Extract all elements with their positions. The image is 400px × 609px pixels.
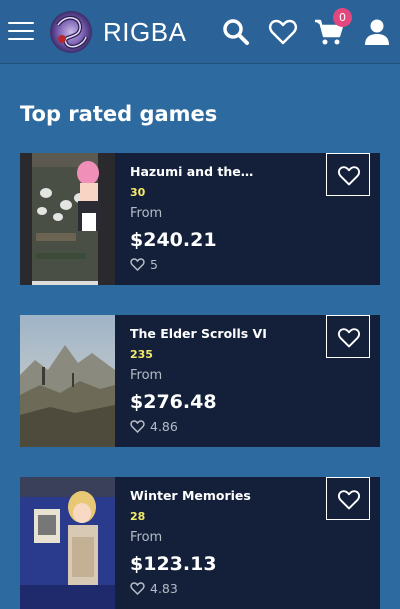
top-header: RIGBA 0 — [0, 0, 400, 64]
game-count: 235 — [130, 348, 153, 361]
game-card[interactable]: The Elder Scrolls VI 235 From $276.48 4.… — [20, 315, 380, 447]
cart-count-badge: 0 — [333, 8, 352, 27]
game-title[interactable]: Winter Memories — [130, 488, 270, 503]
rating-value: 5 — [150, 257, 158, 272]
price-from-label: From — [130, 368, 163, 383]
game-thumbnail[interactable] — [20, 477, 115, 609]
add-to-wishlist-button[interactable] — [326, 477, 370, 520]
game-card[interactable]: Winter Memories 28 From $123.13 4.83 — [20, 477, 380, 609]
rating-value: 4.86 — [150, 419, 178, 434]
user-icon[interactable] — [362, 17, 392, 47]
price-from-label: From — [130, 530, 163, 545]
rating-value: 4.83 — [150, 581, 178, 596]
rating-heart-icon — [130, 581, 145, 598]
brand-name[interactable]: RIGBA — [103, 17, 186, 48]
section-title: Top rated games — [20, 102, 218, 126]
game-rating: 4.86 — [130, 419, 178, 436]
game-title[interactable]: The Elder Scrolls VI — [130, 326, 270, 341]
game-title[interactable]: Hazumi and the… — [130, 164, 270, 179]
game-price: $240.21 — [130, 229, 217, 251]
add-to-wishlist-button[interactable] — [326, 153, 370, 196]
game-price: $123.13 — [130, 553, 217, 575]
game-count: 28 — [130, 510, 146, 523]
game-count: 30 — [130, 186, 146, 199]
price-from-label: From — [130, 206, 163, 221]
rating-heart-icon — [130, 419, 145, 436]
game-rating: 5 — [130, 257, 158, 274]
add-to-wishlist-button[interactable] — [326, 315, 370, 358]
game-thumbnail[interactable] — [20, 153, 115, 285]
game-price: $276.48 — [130, 391, 217, 413]
brand-logo[interactable] — [48, 9, 94, 55]
game-thumbnail[interactable] — [20, 315, 115, 447]
game-card[interactable]: Hazumi and the… 30 From $240.21 5 — [20, 153, 380, 285]
rating-heart-icon — [130, 257, 145, 274]
game-rating: 4.83 — [130, 581, 178, 598]
search-icon[interactable] — [221, 17, 251, 47]
menu-icon[interactable] — [8, 20, 34, 42]
wishlist-heart-icon[interactable] — [268, 17, 298, 47]
